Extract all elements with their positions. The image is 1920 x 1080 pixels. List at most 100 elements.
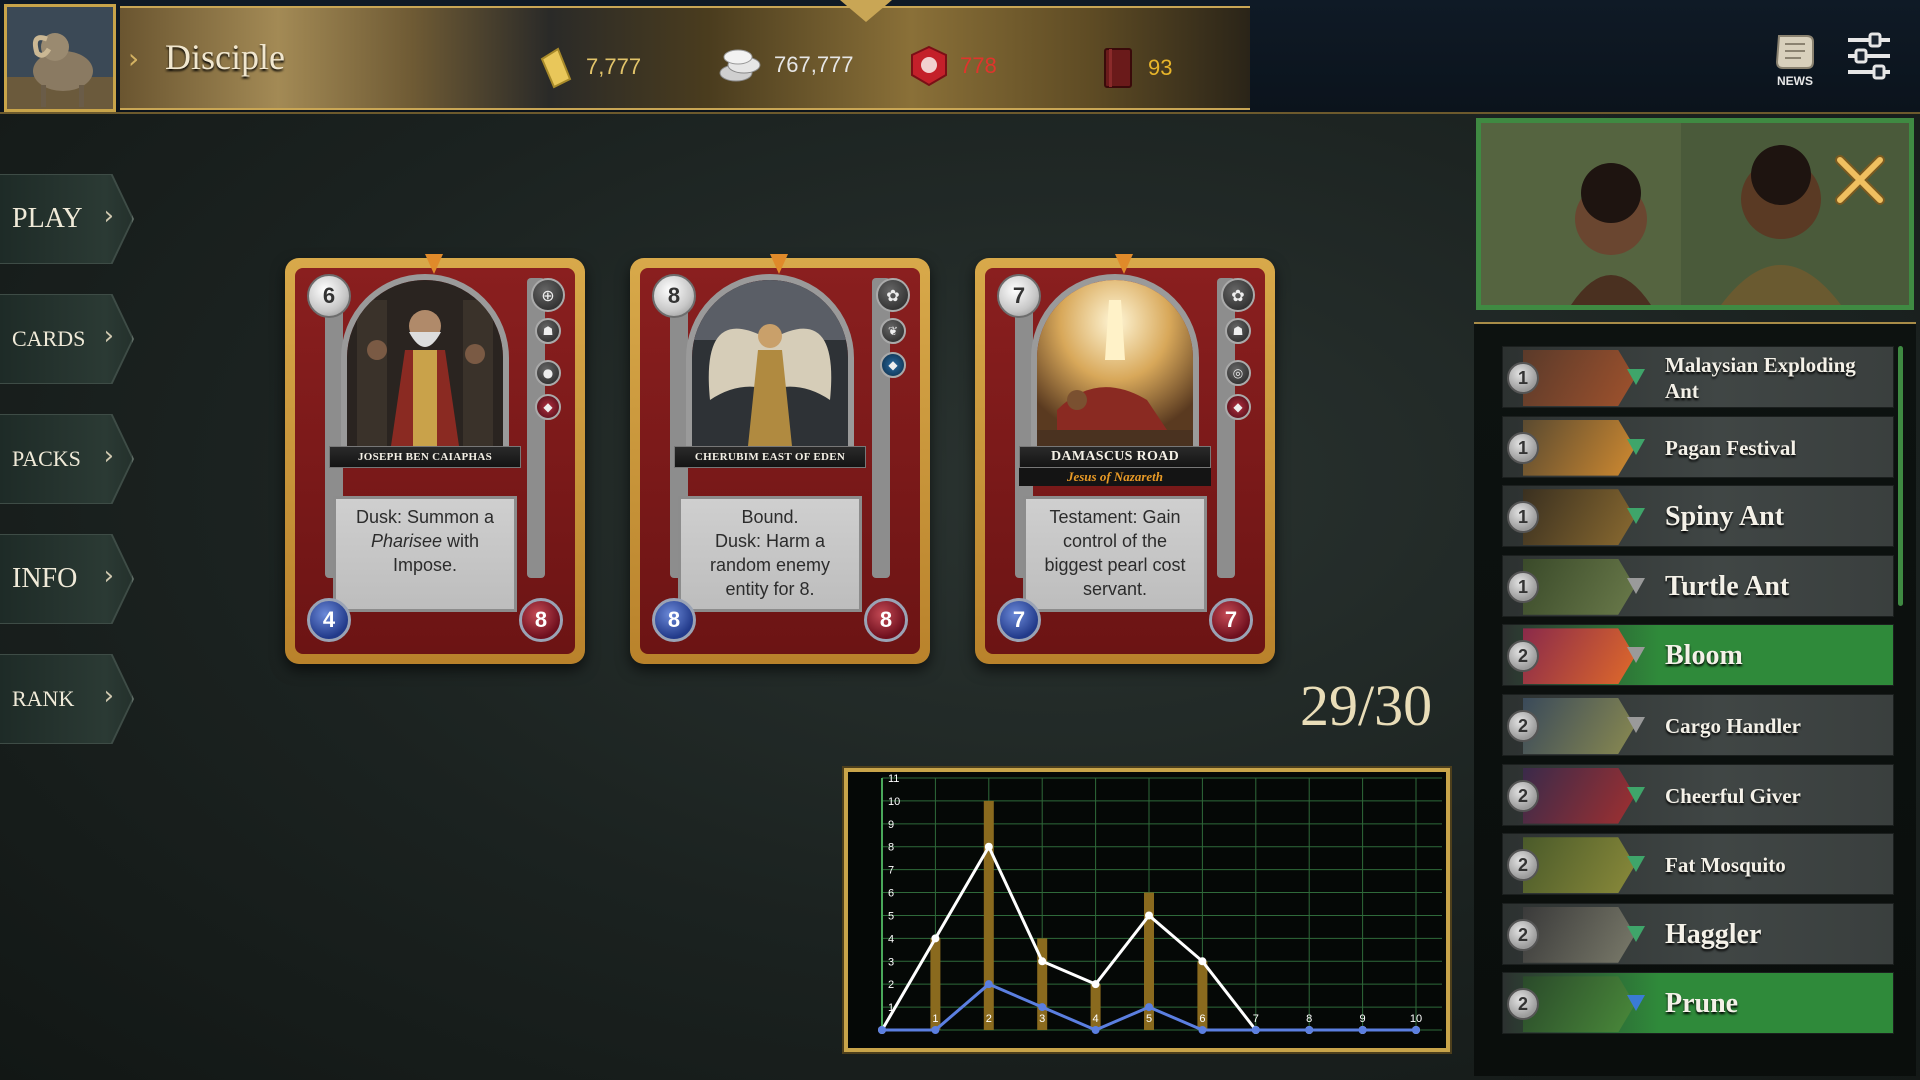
water-drop-icon: ◆ bbox=[880, 352, 906, 378]
priest-portrait-icon bbox=[347, 280, 503, 446]
x-tick-label: 10 bbox=[1410, 1013, 1422, 1025]
deck-card-art bbox=[1523, 419, 1635, 476]
nav-info-button[interactable]: INFO bbox=[0, 535, 132, 623]
deck-card-art bbox=[1523, 350, 1635, 406]
data-point bbox=[984, 980, 993, 989]
x-tick-label: 7 bbox=[1253, 1013, 1259, 1025]
nav-rank-button[interactable]: RANK bbox=[0, 655, 132, 743]
deck-card-cost: 2 bbox=[1507, 710, 1539, 742]
x-tick-label: 9 bbox=[1360, 1013, 1366, 1025]
y-tick-label: 11 bbox=[888, 773, 899, 785]
data-point bbox=[1145, 911, 1153, 920]
deck-card-art bbox=[1523, 628, 1635, 685]
deck-count: 29/30 bbox=[1300, 673, 1433, 738]
deck-card-row[interactable]: 2 Bloom bbox=[1502, 624, 1894, 687]
x-tick-label: 5 bbox=[1146, 1013, 1152, 1025]
rarity-gem-icon bbox=[1627, 995, 1645, 1012]
deck-card-row[interactable]: 1 Pagan Festival bbox=[1502, 415, 1894, 478]
card-health: 8 bbox=[519, 598, 563, 642]
y-tick-label: 9 bbox=[888, 819, 894, 831]
silver-coins-icon bbox=[719, 49, 761, 82]
rank-title: Disciple bbox=[165, 37, 285, 77]
card-art bbox=[686, 274, 854, 452]
nav-cards-button[interactable]: CARDS bbox=[0, 295, 132, 383]
card-name: DAMASCUS ROAD bbox=[1019, 446, 1211, 468]
close-button[interactable] bbox=[1832, 152, 1888, 208]
player-avatar[interactable] bbox=[4, 4, 116, 112]
data-point bbox=[931, 1026, 940, 1034]
flower-icon: ✿ bbox=[876, 278, 910, 312]
news-button[interactable]: NEWS bbox=[1768, 30, 1822, 94]
gold-amount: 7,777 bbox=[586, 54, 642, 79]
nav-packs-button[interactable]: PACKS bbox=[0, 415, 132, 503]
y-tick-label: 8 bbox=[888, 842, 894, 854]
mana-curve-chart: 1 2 3 4 5 6 7 8 9 10 11 1 2 3 4 5 6 7 8 9 10 bbox=[844, 768, 1450, 1052]
card-name: CHERUBIM EAST OF EDEN bbox=[674, 446, 866, 468]
rarity-gem-icon bbox=[1627, 925, 1645, 942]
deck-card-art bbox=[1523, 976, 1635, 1033]
deck-card-row[interactable]: 2 Fat Mosquito bbox=[1502, 833, 1894, 896]
nav-play-button[interactable]: PLAY bbox=[0, 175, 132, 263]
book-icon bbox=[1104, 48, 1132, 88]
y-tick-label: 7 bbox=[888, 865, 894, 877]
book-resource: 93 bbox=[1100, 45, 1172, 91]
scroll-icon bbox=[1775, 35, 1814, 69]
close-icon bbox=[1835, 155, 1885, 205]
settings-button[interactable] bbox=[1846, 30, 1892, 82]
y-tick-label: 6 bbox=[888, 888, 894, 900]
deck-card-row[interactable]: 1 Malaysian Exploding Ant bbox=[1502, 346, 1894, 408]
deck-card-row[interactable]: 1 Turtle Ant bbox=[1502, 554, 1894, 617]
deck-card-cost: 1 bbox=[1507, 501, 1539, 534]
rank-banner bbox=[120, 6, 1250, 110]
top-bar: › Disciple 7,777 767,777 778 93 NEWS bbox=[0, 0, 1920, 114]
chevron-right-icon: › bbox=[128, 42, 140, 75]
deck-card-cost: 2 bbox=[1507, 779, 1539, 812]
data-point bbox=[1091, 1026, 1100, 1034]
deck-card-cost: 1 bbox=[1507, 362, 1539, 394]
card-cost: 8 bbox=[652, 274, 696, 318]
card-subtitle: Jesus of Nazareth bbox=[1019, 468, 1211, 486]
rarity-gem-icon bbox=[1627, 508, 1645, 525]
deck-card-art bbox=[1523, 698, 1635, 754]
red-badge-icon bbox=[911, 45, 947, 87]
mana-curve-svg: 12345678910111 2 3 4 5 6 7 8 9 10 bbox=[878, 773, 1442, 1034]
deck-card-row[interactable]: 2 Cargo Handler bbox=[1502, 694, 1894, 756]
card-damascus-road[interactable]: 7 ✿ ☗ ◎ ◆ DAMASCUS ROAD Jesus of Nazaret… bbox=[975, 254, 1275, 664]
deck-card-row[interactable]: 2 Prune bbox=[1502, 972, 1894, 1035]
card-name: JOSEPH BEN CAIAPHAS bbox=[329, 446, 521, 468]
data-point bbox=[1038, 957, 1047, 966]
x-tick-label: 4 bbox=[1093, 1013, 1099, 1025]
angel-portrait-icon bbox=[692, 280, 848, 446]
deck-card-name: Prune bbox=[1665, 988, 1739, 1020]
data-point bbox=[1358, 1026, 1367, 1034]
silver-resource: 767,777 bbox=[716, 45, 854, 85]
rarity-gem-icon bbox=[1627, 856, 1645, 873]
card-text: Dusk: Summon a Pharisee with Impose. bbox=[333, 496, 517, 612]
badge-amount: 778 bbox=[960, 53, 997, 78]
deck-card-name: Haggler bbox=[1665, 918, 1762, 950]
deck-card-row[interactable]: 2 Cheerful Giver bbox=[1502, 763, 1894, 826]
silver-amount: 767,777 bbox=[774, 52, 854, 77]
deck-card-cost: 2 bbox=[1507, 849, 1539, 882]
card-art bbox=[1031, 274, 1199, 452]
hero-art-icon bbox=[1481, 123, 1909, 305]
data-point bbox=[1412, 1026, 1420, 1034]
deck-card-row[interactable]: 1 Spiny Ant bbox=[1502, 485, 1894, 548]
road-vision-portrait-icon bbox=[1037, 280, 1193, 446]
shield-icon: ◆ bbox=[535, 394, 561, 420]
person-icon: ● bbox=[535, 360, 561, 386]
flower-icon: ✿ bbox=[1221, 278, 1255, 312]
card-cost: 6 bbox=[307, 274, 351, 318]
gold-bar-icon bbox=[540, 47, 572, 89]
data-point bbox=[1251, 1026, 1260, 1034]
book-amount: 93 bbox=[1148, 55, 1173, 80]
x-tick-label: 8 bbox=[1306, 1013, 1312, 1025]
card-cherubim-east-of-eden[interactable]: 8 ✿ ❦ ◆ CHERUBIM EAST OF EDEN Bound. Dusk… bbox=[630, 254, 930, 664]
deck-card-row[interactable]: 2 Haggler bbox=[1502, 902, 1894, 965]
y-tick-label: 2 bbox=[888, 979, 894, 991]
x-tick-label: 6 bbox=[1199, 1013, 1205, 1025]
card-joseph-ben-caiaphas[interactable]: 6 ⊕ ☗ ● ◆ JOSEPH BEN CAIAPHAS Dusk: Summ… bbox=[285, 254, 585, 664]
deck-list-scrollbar[interactable] bbox=[1898, 346, 1903, 606]
y-tick-label: 10 bbox=[888, 796, 900, 808]
card-cost: 7 bbox=[997, 274, 1041, 318]
